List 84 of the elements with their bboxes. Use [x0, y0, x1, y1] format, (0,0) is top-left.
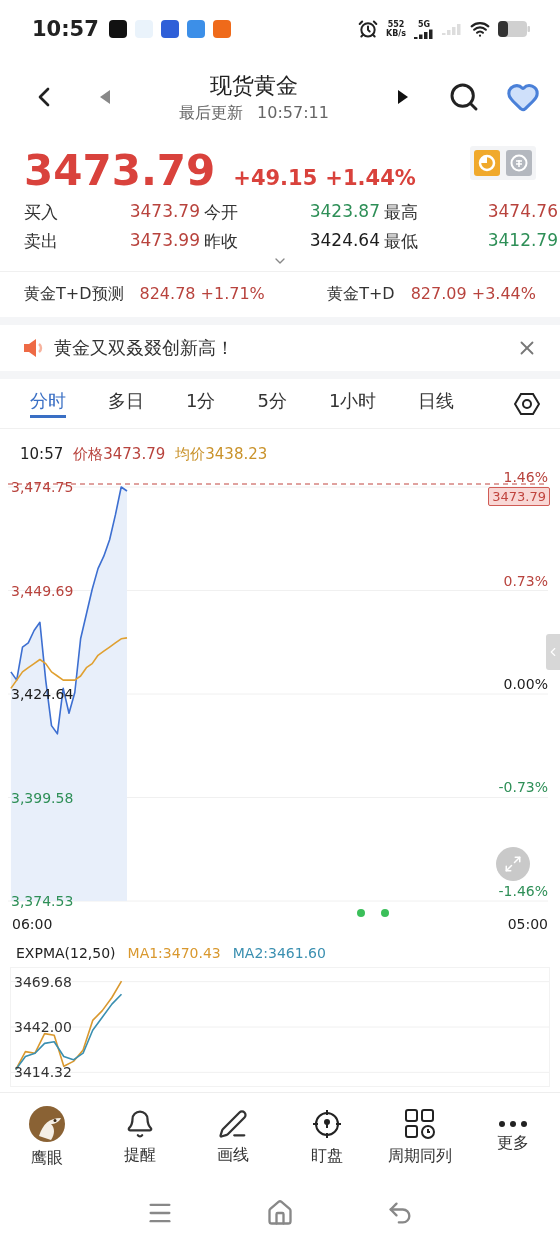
indicator-legend: MA2:3461.60	[232, 945, 326, 967]
speaker-icon	[22, 337, 44, 359]
toolbar-button[interactable]: 盯盘	[280, 1108, 374, 1167]
search-icon[interactable]	[448, 81, 480, 113]
price-change: +49.15	[233, 166, 318, 190]
expand-arrows-icon	[504, 855, 522, 873]
ticker-value: 827.09 +3.44%	[410, 284, 536, 305]
ticker-name: 黄金T+D	[327, 284, 395, 305]
notice-text: 黄金又双叒叕创新高！	[54, 336, 235, 360]
stat-label: 买入	[24, 201, 59, 224]
stat-value: 3474.76	[486, 201, 559, 223]
time-label: 06:00	[12, 916, 53, 932]
page-title: 现货黄金	[210, 71, 298, 100]
crosshair-icon	[310, 1108, 343, 1140]
signal-icon	[442, 23, 462, 35]
toolbar-button[interactable]: 画线	[186, 1109, 280, 1166]
average-readout: 均价3438.23	[175, 444, 268, 464]
stat-value: 3473.99	[128, 230, 201, 252]
stat-label: 今开	[204, 201, 239, 224]
previous-icon[interactable]	[100, 90, 110, 104]
period-tab[interactable]: 分时	[30, 389, 66, 418]
app-icon	[186, 20, 205, 38]
toolbar-button[interactable]: 更多	[466, 1121, 560, 1154]
toolbar-button[interactable]: 鹰眼	[0, 1106, 94, 1169]
speed-unit: KB/s	[386, 29, 406, 38]
pencil-icon	[218, 1109, 249, 1139]
wifi-icon	[470, 19, 490, 39]
stat-label: 最低	[384, 230, 419, 253]
stat-label: 昨收	[204, 230, 239, 253]
side-panel-handle[interactable]	[546, 634, 560, 670]
period-tab[interactable]: 5分	[257, 389, 287, 418]
price-readout: 价格3473.79	[73, 444, 166, 464]
stat-value: 3423.87	[308, 201, 381, 223]
axis-label: 3,449.69	[11, 582, 74, 599]
network-type: 5G	[417, 19, 431, 29]
percent-label: 0.73%	[503, 573, 548, 589]
percent-label: 0.00%	[503, 676, 548, 692]
home-icon[interactable]	[266, 1199, 294, 1227]
period-tab[interactable]: 1分	[186, 389, 216, 418]
next-icon[interactable]	[398, 90, 408, 104]
app-icon	[108, 20, 127, 38]
time-label: 05:00	[507, 916, 548, 932]
axis-label: 3,374.53	[11, 893, 74, 909]
app-icon	[212, 20, 231, 38]
page-dots-icon	[356, 908, 392, 918]
price-tag: 3473.79	[488, 487, 550, 506]
stat-value: 3424.64	[308, 230, 381, 252]
stat-label: 最高	[384, 201, 419, 224]
battery-icon	[498, 21, 530, 37]
indicator-legend: MA1:3470.43	[127, 945, 221, 967]
axis-label: 3,474.75	[11, 479, 74, 495]
percent-label: 1.46%	[503, 469, 548, 485]
chart-time: 10:57	[20, 445, 64, 463]
period-tab[interactable]: 1小时	[328, 389, 377, 418]
ticker-name: 黄金T+D预测	[24, 284, 124, 305]
stat-value: 3473.79	[128, 201, 201, 223]
percent-change: +1.44%	[325, 166, 416, 190]
toolbar-button[interactable]: 周期同列	[373, 1108, 467, 1167]
settings-icon[interactable]	[514, 390, 540, 417]
update-label: 最后更新	[179, 102, 244, 124]
signal-icon	[414, 28, 434, 39]
axis-label: 3414.32	[14, 1064, 72, 1081]
period-tab[interactable]: 日线	[418, 389, 455, 418]
bell-icon	[125, 1109, 155, 1139]
ticker-value: 824.78 +1.71%	[139, 284, 265, 305]
eagle-logo-icon	[28, 1106, 65, 1142]
alarm-icon	[358, 19, 378, 39]
more-icon	[499, 1121, 528, 1127]
percent-label: -0.73%	[498, 779, 548, 795]
stat-label: 卖出	[24, 230, 59, 253]
stat-value: 3412.79	[486, 230, 559, 252]
axis-label: 3,399.58	[11, 789, 74, 806]
period-tab[interactable]: 多日	[108, 389, 144, 418]
indicator-name: EXPMA(12,50)	[16, 945, 116, 963]
update-time: 10:57:11	[257, 102, 329, 124]
current-price: 3473.79	[24, 146, 216, 195]
grid-clock-icon	[404, 1108, 436, 1140]
toolbar-button[interactable]: 提醒	[93, 1109, 187, 1166]
app-icon	[160, 20, 179, 38]
percent-label: -1.46%	[498, 883, 548, 899]
speed-value: 552	[387, 20, 405, 29]
axis-label: 3442.00	[14, 1019, 72, 1035]
status-time: 10:57	[32, 17, 99, 41]
axis-label: 3469.68	[14, 973, 72, 990]
